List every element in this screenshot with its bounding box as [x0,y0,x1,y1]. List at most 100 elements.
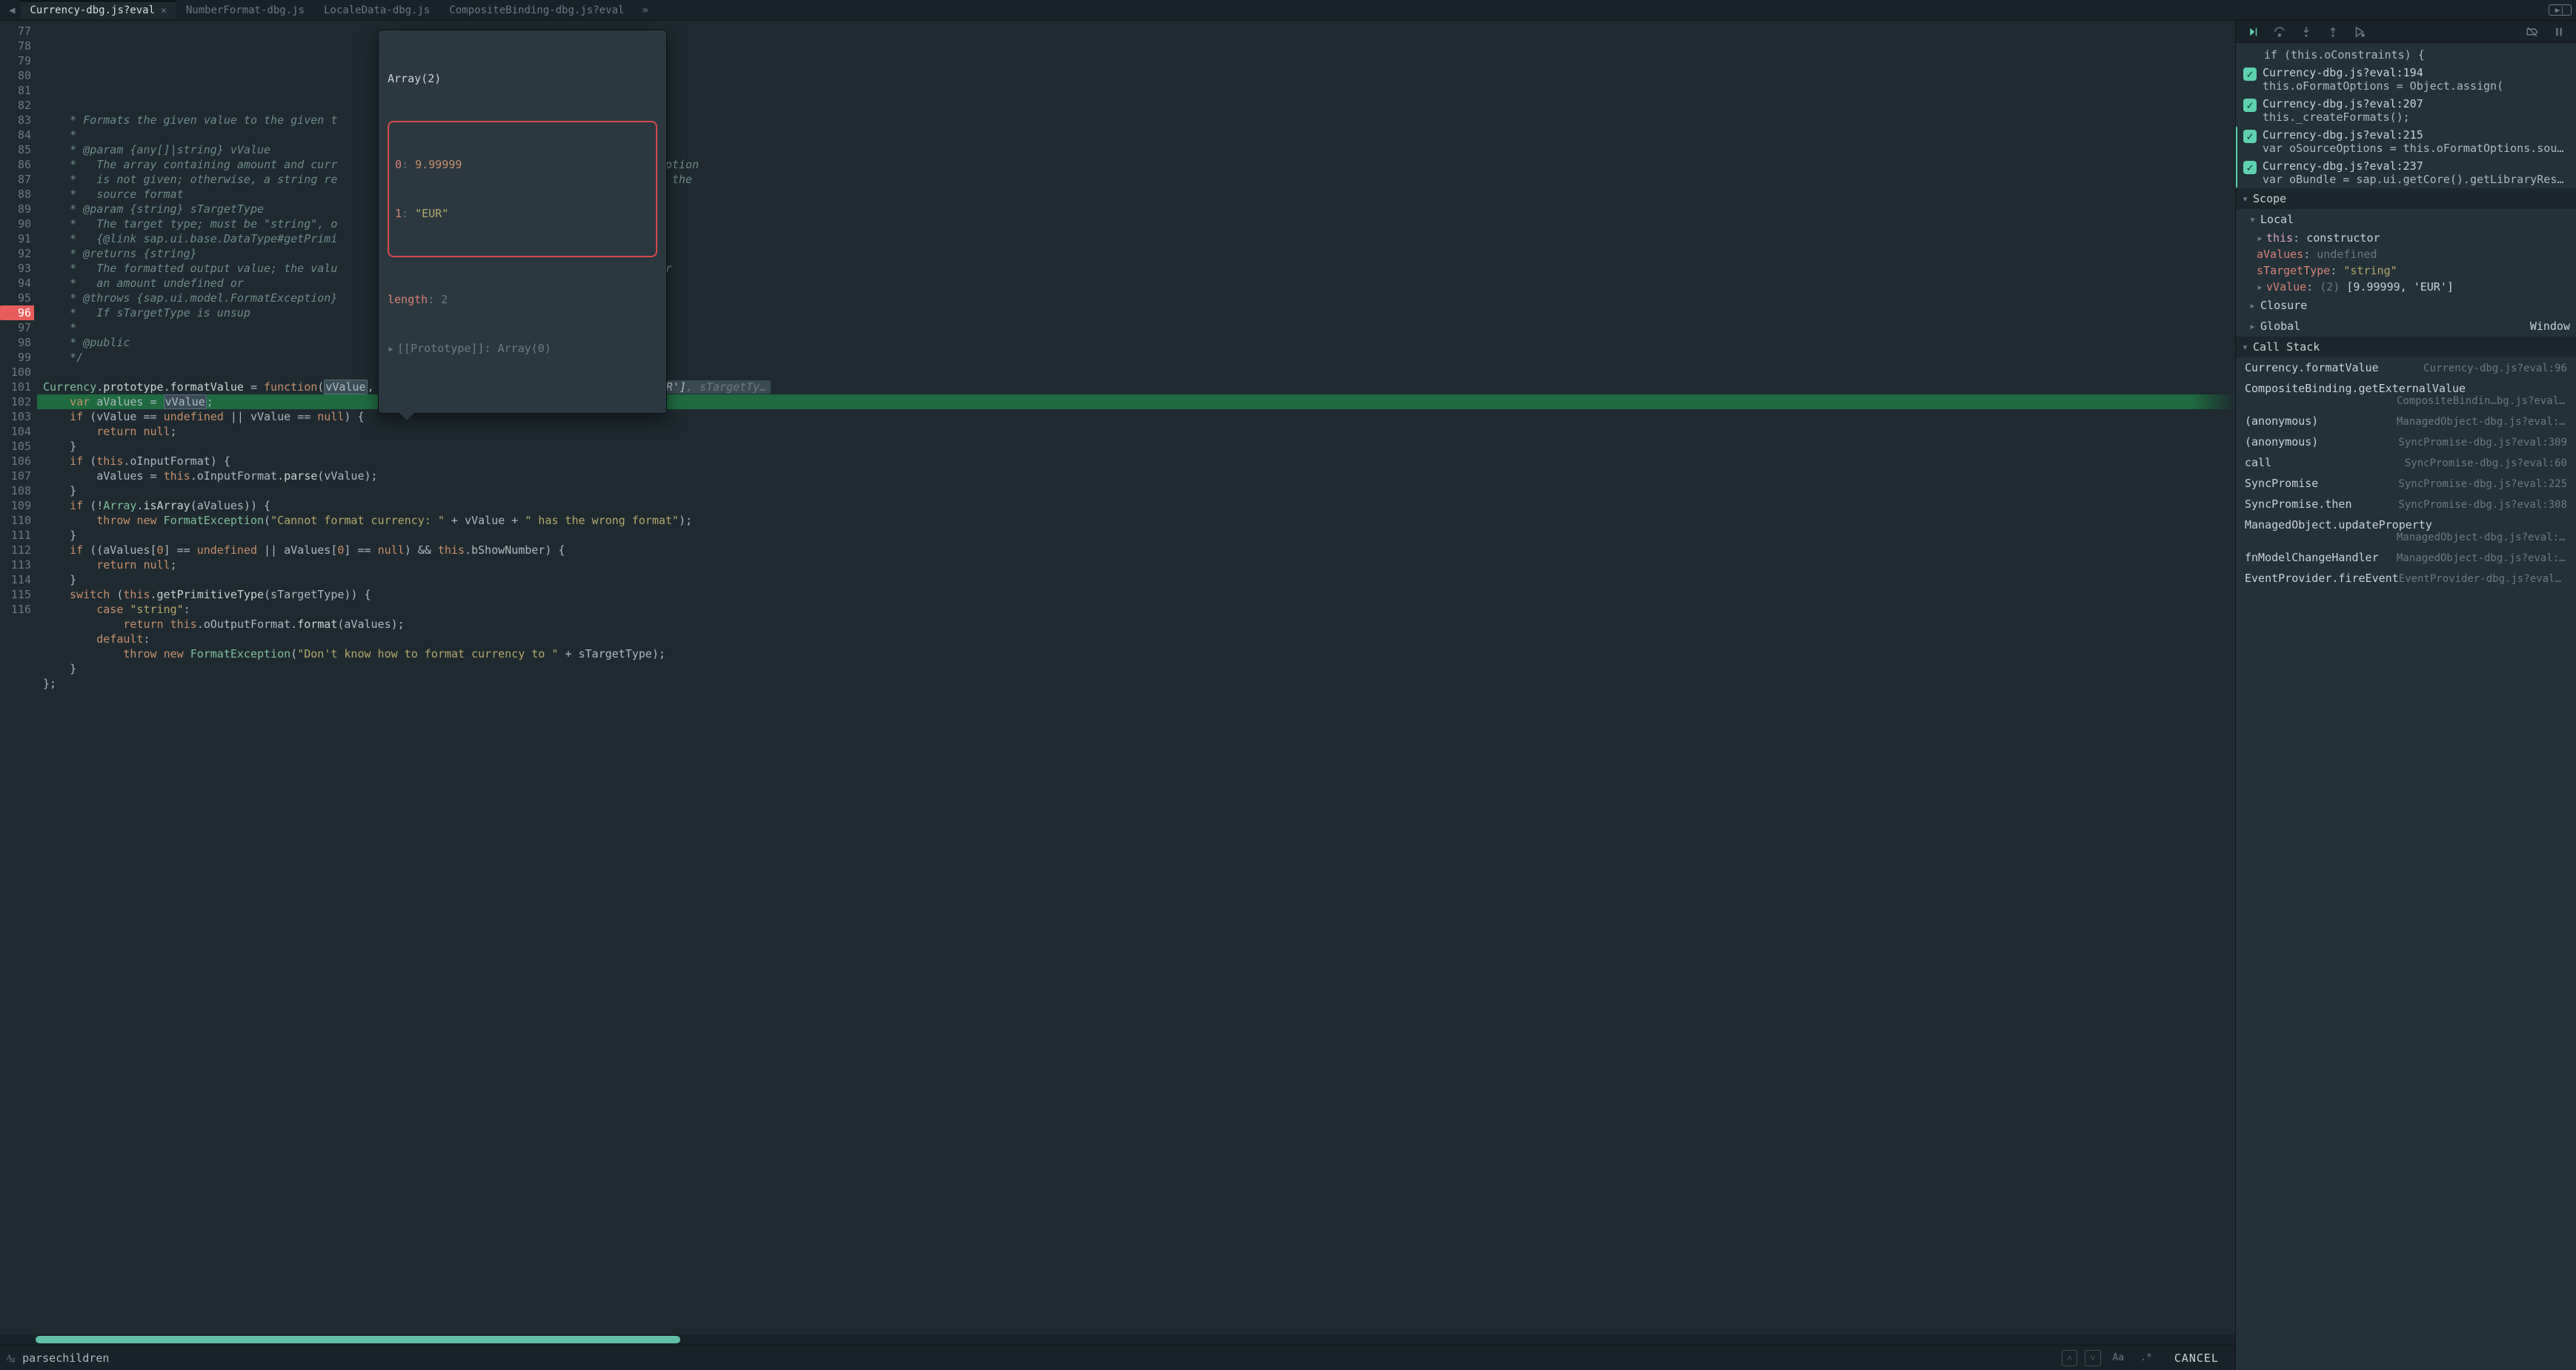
scope-variable-row[interactable]: sTargetType: "string" [2236,262,2576,279]
tooltip-highlight-box: 0: 9.99999 1: "EUR" [388,121,657,257]
chevron-right-icon[interactable]: ▸ [388,342,394,355]
chevron-down-icon: ▾ [2242,192,2248,205]
search-mode-icon[interactable]: A͟ᵦ [6,1352,15,1363]
regex-button[interactable]: .* [2136,1351,2157,1365]
stack-function: SyncPromise.then [2245,497,2352,511]
scope-local-header[interactable]: ▾ Local [2236,209,2576,230]
stack-function: SyncPromise [2245,477,2318,490]
tab-numberformat[interactable]: NumberFormat-dbg.js [177,1,313,19]
tooltip-header: Array(2) [388,70,657,87]
tab-currency[interactable]: Currency-dbg.js?eval ✕ [21,1,175,19]
search-prev-button[interactable]: ˄ [2062,1350,2077,1366]
search-next-button[interactable]: ˅ [2085,1350,2100,1366]
stack-source: Currency-dbg.js?eval:96 [2423,363,2567,374]
step-into-icon[interactable] [2300,25,2313,39]
tooltip-length-key: length [388,293,428,306]
chevron-right-icon: ▸ [2249,320,2256,333]
stack-source: ManagedObject-dbg.js?eval:3657 [2397,416,2567,428]
horizontal-scrollbar[interactable] [0,1334,2235,1345]
callstack-row[interactable]: fnModelChangeHandler ManagedObject-dbg.js… [2236,547,2576,568]
resume-icon[interactable] [2246,25,2260,39]
callstack-row[interactable]: EventProvider.fireEventEventProvider-dbg… [2236,568,2576,589]
line-gutter[interactable]: 7778798081828384858687888990919293949596… [0,21,37,1334]
checkbox-checked-icon[interactable]: ✓ [2243,99,2257,112]
scope-section-header[interactable]: ▾ Scope [2236,188,2576,209]
callstack-row[interactable]: Currency.formatValue Currency-dbg.js?eval… [2236,357,2576,378]
scrollbar-thumb[interactable] [36,1336,680,1343]
tab-localedata[interactable]: LocaleData-dbg.js [315,1,439,19]
stack-function: call [2245,456,2271,469]
value-tooltip: Array(2) 0: 9.99999 1: "EUR" length: 2 ▸… [378,30,667,414]
scope-variable-row[interactable]: ▸this: constructor [2236,230,2576,246]
step-icon[interactable] [2353,25,2366,39]
checkbox-checked-icon[interactable]: ✓ [2243,130,2257,143]
stack-function: (anonymous) [2245,414,2318,428]
section-title: Global [2260,320,2300,333]
callstack-row[interactable]: SyncPromise.then SyncPromise-dbg.js?eval:… [2236,494,2576,514]
tab-label: CompositeBinding-dbg.js?eval [449,4,624,16]
section-title: Local [2260,213,2294,226]
tab-nav-prev-icon[interactable]: ◀ [4,4,19,16]
close-icon[interactable]: ✕ [161,5,167,16]
chevron-right-icon: ▸ [2257,280,2263,294]
tab-label: NumberFormat-dbg.js [186,4,305,16]
tooltip-index-1: 1 [395,207,402,220]
breakpoint-location: Currency-dbg.js?eval:215 [2263,128,2423,142]
code-lines[interactable]: Array(2) 0: 9.99999 1: "EUR" length: 2 ▸… [37,21,2235,1334]
stack-function: CompositeBinding.getExternalValue [2245,382,2567,395]
pause-on-exceptions-icon[interactable] [2552,25,2566,39]
callstack-row[interactable]: ManagedObject.updatePropertyManagedObjec… [2236,514,2576,547]
deactivate-breakpoints-icon[interactable] [2526,25,2539,39]
match-case-button[interactable]: Aa [2108,1351,2129,1365]
callstack-section-header[interactable]: ▾ Call Stack [2236,337,2576,357]
source-editor: 7778798081828384858687888990919293949596… [0,21,2235,1370]
callstack-row[interactable]: callSyncPromise-dbg.js?eval:60 [2236,452,2576,473]
stack-source: EventProvider-dbg.js?eval:247 [2399,573,2567,585]
tab-compositebinding[interactable]: CompositeBinding-dbg.js?eval [440,1,633,19]
scope-variable-row[interactable]: aValues: undefined [2236,246,2576,262]
chevron-right-icon: ▸ [2257,231,2263,245]
breakpoint-snippet: var oBundle = sap.ui.getCore().getLibrar… [2263,173,2569,186]
scope-variable-row[interactable]: ▸vValue: (2) [9.99999, 'EUR'] [2236,279,2576,295]
debugger-panel: if (this.oConstraints) { ✓ Currency-dbg.… [2235,21,2576,1370]
tooltip-proto-key: [[Prototype]] [397,342,484,355]
callstack-row[interactable]: SyncPromise SyncPromise-dbg.js?eval:225 [2236,473,2576,494]
search-input[interactable] [22,1351,2054,1365]
stack-function: Currency.formatValue [2245,361,2379,374]
callstack-row[interactable]: CompositeBinding.getExternalValueComposi… [2236,378,2576,411]
scope-global-header[interactable]: ▸ Global Window [2236,316,2576,337]
run-snippet-icon[interactable]: ▶| [2549,4,2572,16]
breakpoint-snippet: var oSourceOptions = this.oFormatOptions… [2263,142,2569,155]
stack-function: fnModelChangeHandler [2245,551,2379,564]
stack-function: (anonymous) [2245,435,2318,449]
tabs-overflow-icon[interactable]: » [634,4,655,16]
callstack-row[interactable]: (anonymous) SyncPromise-dbg.js?eval:309 [2236,431,2576,452]
checkbox-checked-icon[interactable]: ✓ [2243,161,2257,174]
breakpoint-row[interactable]: ✓ Currency-dbg.js?eval:207 this._createF… [2236,95,2576,126]
breakpoint-snippet: this._createFormats(); [2263,110,2569,124]
debugger-toolbar [2236,21,2576,43]
tab-label: LocaleData-dbg.js [324,4,430,16]
scope-closure-header[interactable]: ▸ Closure [2236,295,2576,316]
breakpoint-row[interactable]: ✓ Currency-dbg.js?eval:215 var oSourceOp… [2236,126,2576,157]
section-title: Closure [2260,299,2307,312]
tooltip-proto-val: Array(0) [498,342,551,355]
section-title: Scope [2253,192,2286,205]
cancel-button[interactable]: CANCEL [2164,1349,2229,1368]
breakpoint-row[interactable]: ✓ Currency-dbg.js?eval:237 var oBundle =… [2236,157,2576,188]
callstack-row[interactable]: (anonymous) ManagedObject-dbg.js?eval:365… [2236,411,2576,431]
breakpoint-location: Currency-dbg.js?eval:207 [2263,97,2423,110]
stack-source: ManagedObject-dbg.js?eval:3436 [2397,552,2567,564]
checkbox-checked-icon[interactable]: ✓ [2243,67,2257,81]
tooltip-length-val: 2 [441,293,448,306]
tooltip-value-0: 9.99999 [415,158,462,171]
stack-source: SyncPromise-dbg.js?eval:308 [2398,499,2567,511]
stack-source: SyncPromise-dbg.js?eval:225 [2398,478,2567,490]
step-over-icon[interactable] [2273,25,2286,39]
stack-function: ManagedObject.updateProperty [2245,518,2567,532]
stack-source: SyncPromise-dbg.js?eval:309 [2398,437,2567,449]
tooltip-index-0: 0 [395,158,402,171]
step-out-icon[interactable] [2326,25,2340,39]
stack-source: ManagedObject-dbg.js?eval:3656 [2397,532,2567,543]
breakpoint-row[interactable]: ✓ Currency-dbg.js?eval:194 this.oFormatO… [2236,64,2576,95]
